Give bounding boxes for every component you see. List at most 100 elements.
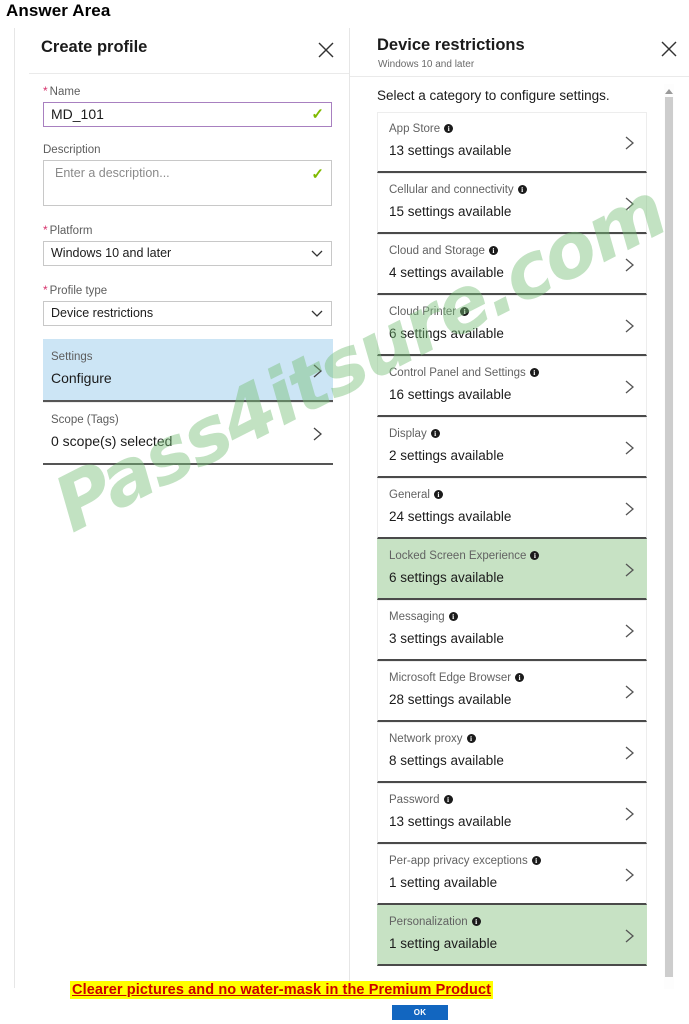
category-name-text: Messaging [389,611,445,623]
name-field-label: * Name [43,84,349,98]
info-icon[interactable]: i [430,429,440,438]
category-card[interactable]: Network proxy i 8 settings available [377,722,647,783]
close-icon[interactable] [658,38,680,60]
ok-button[interactable]: OK [392,1005,448,1020]
description-input[interactable]: Enter a description... ✓ [43,160,332,206]
category-name: Personalization i [389,916,481,928]
name-input-value: MD_101 [51,106,104,122]
chevron-down-icon [310,246,324,260]
info-icon[interactable]: i [517,185,527,194]
category-card[interactable]: Control Panel and Settings i 16 settings a… [377,356,647,417]
caret-up-icon[interactable] [664,84,674,95]
info-icon[interactable]: i [515,673,525,682]
category-card[interactable]: App Store i 13 settings available [377,112,647,173]
category-name-text: Display [389,428,427,440]
category-settings-count: 4 settings available [389,265,504,280]
category-settings-count: 8 settings available [389,753,504,768]
category-name-text: Personalization [389,916,468,928]
category-name: Cloud and Storage i [389,245,498,257]
category-card[interactable]: Password i 13 settings available [377,783,647,844]
category-name: Password i [389,794,453,806]
category-name-text: Control Panel and Settings [389,367,526,379]
category-settings-count: 6 settings available [389,570,504,585]
name-input[interactable]: MD_101 ✓ [43,102,332,127]
close-icon[interactable] [315,39,337,61]
category-name: Locked Screen Experience i [389,550,540,562]
chevron-right-icon [622,315,637,337]
premium-banner: Clearer pictures and no water-mask in th… [70,981,494,999]
category-settings-count: 13 settings available [389,143,512,158]
category-settings-count: 3 settings available [389,631,504,646]
description-field-label: Description [43,144,101,156]
chevron-down-icon [310,306,324,320]
info-icon[interactable]: i [443,795,453,804]
category-name: Per-app privacy exceptions i [389,855,541,867]
create-profile-blade: Create profile * Name MD_101 ✓ Descriptio… [14,28,349,988]
category-card[interactable]: Per-app privacy exceptions i 1 setting ava… [377,844,647,905]
category-settings-count: 24 settings available [389,509,512,524]
category-name: General i [389,489,443,501]
settings-row-label: Settings [51,351,93,363]
device-restrictions-blade: Device restrictions Windows 10 and later… [349,28,689,993]
category-card[interactable]: Cellular and connectivity i 15 settings av… [377,173,647,234]
category-name-text: Microsoft Edge Browser [389,672,512,684]
page-title: Answer Area [6,1,111,20]
platform-field-label: * Platform [43,223,349,237]
category-card[interactable]: Microsoft Edge Browser i 28 settings avail… [377,661,647,722]
category-card[interactable]: Display i 2 settings available [377,417,647,478]
category-name-text: General [389,489,430,501]
category-card[interactable]: Messaging i 3 settings available [377,600,647,661]
chevron-right-icon [310,424,325,444]
check-icon: ✓ [311,106,324,123]
category-card[interactable]: Personalization i 1 setting available [377,905,647,966]
chevron-right-icon [622,193,637,215]
category-settings-count: 13 settings available [389,814,512,829]
profile-type-label-text: Profile type [49,285,108,297]
category-settings-count: 1 setting available [389,875,498,890]
description-input-placeholder: Enter a description... [55,166,170,180]
info-icon[interactable]: i [448,612,458,621]
scrollbar-thumb[interactable] [665,97,673,977]
create-profile-title: Create profile [41,38,148,56]
info-icon[interactable]: i [433,490,443,499]
category-settings-count: 1 setting available [389,936,498,951]
category-settings-count: 16 settings available [389,387,512,402]
info-icon[interactable]: i [471,917,481,926]
category-card[interactable]: General i 24 settings available [377,478,647,539]
platform-select[interactable]: Windows 10 and later [43,241,332,266]
category-card[interactable]: Cloud Printer i 6 settings available [377,295,647,356]
check-icon: ✓ [311,166,324,183]
category-name-text: Per-app privacy exceptions [389,855,528,867]
info-icon[interactable]: i [460,307,470,316]
profile-type-field-label: * Profile type [43,283,349,297]
info-icon[interactable]: i [530,551,540,560]
category-card[interactable]: Cloud and Storage i 4 settings available [377,234,647,295]
chevron-right-icon [622,376,637,398]
profile-type-select[interactable]: Device restrictions [43,301,332,326]
required-marker: * [43,283,48,297]
info-icon[interactable]: i [466,734,476,743]
category-name-text: Cloud and Storage [389,245,485,257]
chevron-right-icon [622,254,637,276]
category-settings-count: 28 settings available [389,692,512,707]
info-icon[interactable]: i [531,856,541,865]
category-name: App Store i [389,123,454,135]
info-icon[interactable]: i [488,246,498,255]
category-name-text: Cellular and connectivity [389,184,514,196]
chevron-right-icon [622,681,637,703]
chevron-right-icon [622,498,637,520]
scope-tags-row[interactable]: Scope (Tags) 0 scope(s) selected [43,402,333,465]
device-restrictions-title: Device restrictions [377,36,525,54]
category-settings-count: 2 settings available [389,448,504,463]
chevron-right-icon [622,742,637,764]
category-name-text: Locked Screen Experience [389,550,527,562]
chevron-right-icon [622,925,637,947]
settings-row[interactable]: Settings Configure [43,339,333,402]
category-card[interactable]: Locked Screen Experience i 6 settings avai… [377,539,647,600]
required-marker: * [43,84,48,98]
category-list: App Store i 13 settings available Cellular … [377,112,647,966]
category-name: Network proxy i [389,733,476,745]
info-icon[interactable]: i [529,368,539,377]
info-icon[interactable]: i [444,124,454,133]
category-list-scrollbar[interactable] [664,84,674,989]
